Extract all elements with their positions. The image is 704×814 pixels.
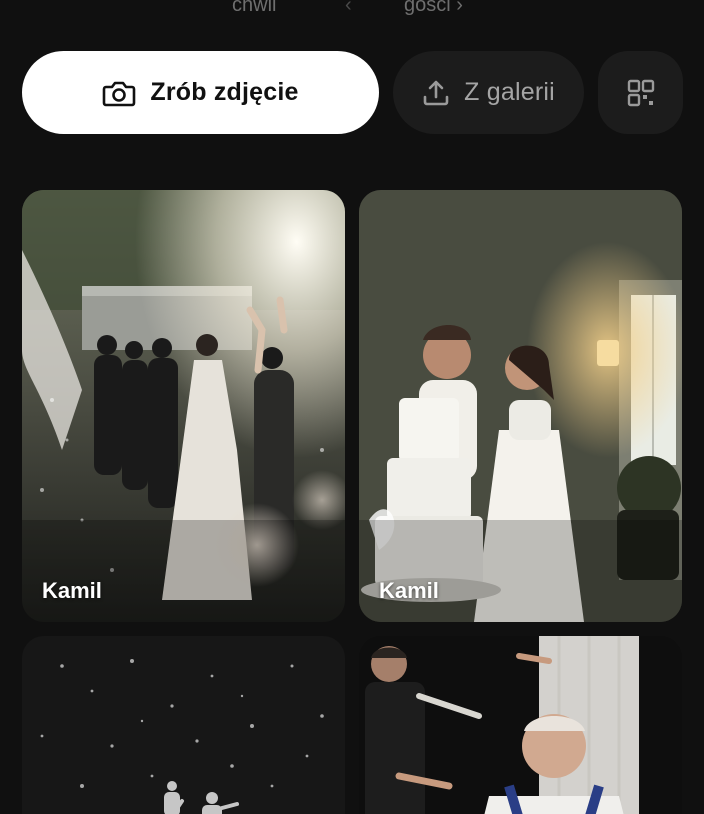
tab-guests[interactable]: gości › (404, 0, 463, 17)
tab-separator: ‹ (345, 0, 352, 16)
photo-card[interactable]: Kamil (22, 190, 345, 622)
qr-code-button[interactable] (598, 51, 683, 134)
camera-icon (102, 78, 136, 108)
take-photo-button[interactable]: Zrób zdjęcie (22, 51, 379, 134)
take-photo-label: Zrób zdjęcie (150, 78, 299, 106)
from-gallery-label: Z galerii (464, 78, 555, 106)
photo-image (22, 190, 345, 622)
top-tabs: chwil ‹ gości › (0, 0, 704, 16)
qr-code-icon (627, 79, 655, 107)
photo-card[interactable]: Kamil (359, 190, 682, 622)
guest-photos-screen: chwil ‹ gości › Zrób zdjęcie Z galerii K… (0, 0, 704, 814)
photo-card[interactable] (22, 636, 345, 814)
photo-author: Kamil (42, 578, 102, 603)
photo-author: Kamil (379, 578, 439, 603)
photo-image (359, 636, 682, 814)
photo-image (22, 636, 345, 814)
from-gallery-button[interactable]: Z galerii (393, 51, 584, 134)
photo-image (359, 190, 682, 622)
tab-moments[interactable]: chwil (232, 0, 276, 17)
photo-card[interactable] (359, 636, 682, 814)
upload-icon (422, 79, 450, 107)
